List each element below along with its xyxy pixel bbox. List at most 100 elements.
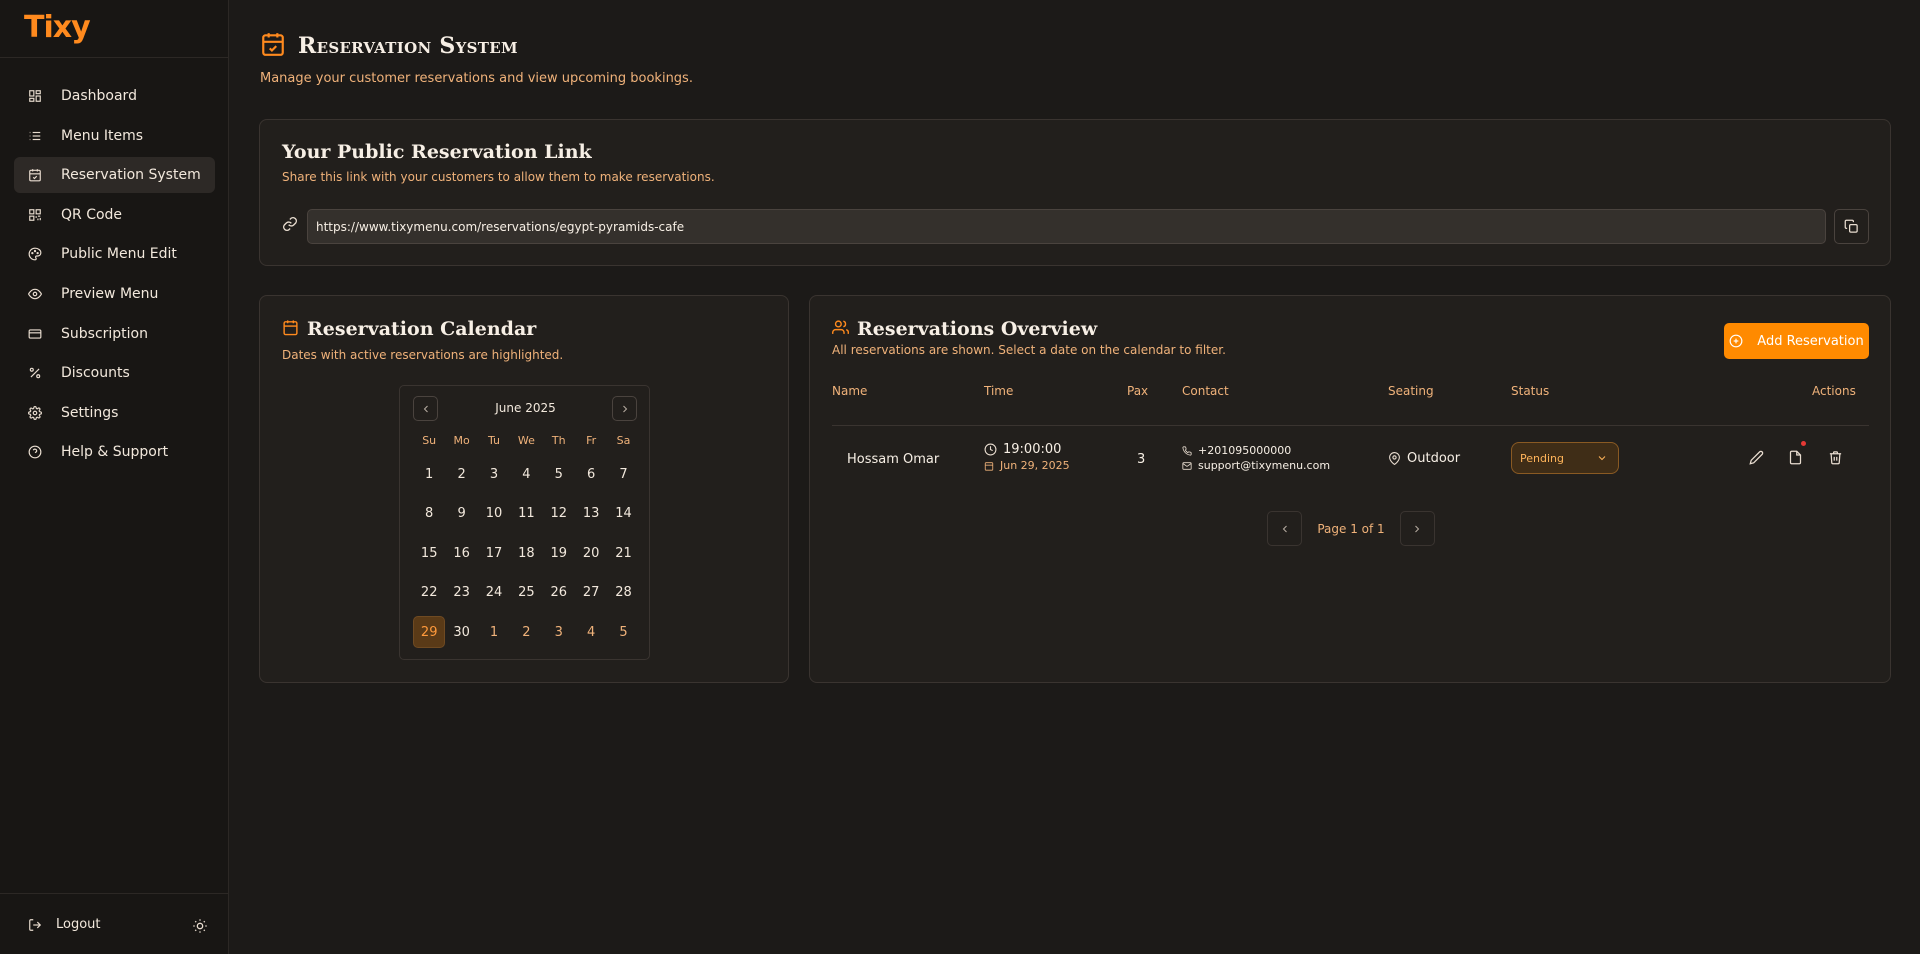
sidebar-item-qr-code[interactable]: QR Code xyxy=(14,197,215,233)
logout-button[interactable]: Logout xyxy=(28,917,101,932)
sidebar-item-label: Dashboard xyxy=(61,88,137,104)
notes-reservation-button[interactable] xyxy=(1788,441,1806,466)
public-link-card: Your Public Reservation Link Share this … xyxy=(259,119,1891,266)
chevron-right-icon xyxy=(1415,525,1420,532)
sidebar-item-reservation-system[interactable]: Reservation System xyxy=(14,157,215,194)
calendar-day[interactable]: 5 xyxy=(607,616,639,648)
reservation-email-value: support@tixymenu.com xyxy=(1198,459,1331,472)
calendar-day[interactable]: 3 xyxy=(543,616,575,648)
calendar-header: Reservation Calendar xyxy=(282,318,536,340)
sidebar-item-label: Help & Support xyxy=(61,444,169,461)
page-indicator: Page 1 of 1 xyxy=(1317,521,1385,536)
calendar-day[interactable]: 1 xyxy=(478,616,510,648)
calendar-day[interactable]: 6 xyxy=(575,458,607,490)
column-header-seating: Seating xyxy=(1388,384,1434,398)
percent-icon xyxy=(28,366,42,380)
calendar-day[interactable]: 27 xyxy=(575,577,607,609)
sidebar-item-public-menu-edit[interactable]: Public Menu Edit xyxy=(14,236,215,272)
calendar-day[interactable]: 14 xyxy=(607,498,639,530)
column-header-contact: Contact xyxy=(1182,384,1229,398)
sidebar-item-label: Reservation System xyxy=(61,167,201,184)
calendar-day[interactable]: 3 xyxy=(478,458,510,490)
calendar-day[interactable]: 11 xyxy=(510,498,542,530)
calendar-widget: June 2025 Su Mo Tu We Th Fr Sa 1 2 3 4 5 6 7 8 9 10 11 12… xyxy=(399,385,650,660)
calendar-title: Reservation Calendar xyxy=(307,318,537,340)
calendar-day[interactable]: 18 xyxy=(510,537,542,569)
calendar-day[interactable]: 2 xyxy=(510,616,542,648)
public-link-input[interactable] xyxy=(307,209,1826,244)
calendar-day[interactable]: 28 xyxy=(607,577,639,609)
calendar-check-icon xyxy=(28,168,42,182)
calendar-day[interactable]: 19 xyxy=(543,537,575,569)
status-select-wrapper: Pending xyxy=(1511,442,1619,474)
calendar-subtitle: Dates with active reservations are highl… xyxy=(282,348,564,362)
column-header-status: Status xyxy=(1511,384,1550,398)
calendar-weekday: Su xyxy=(422,434,437,447)
copy-link-button[interactable] xyxy=(1834,209,1869,244)
calendar-day[interactable]: 16 xyxy=(445,537,477,569)
calendar-days-grid: 1 2 3 4 5 6 7 8 9 10 11 12 13 14 15 16 17 18 19 20 21 22 23 24 2… xyxy=(413,458,640,656)
sidebar-item-menu-items[interactable]: Menu Items xyxy=(14,118,215,154)
prev-page-button[interactable] xyxy=(1267,511,1303,546)
calendar-day[interactable]: 26 xyxy=(543,577,575,609)
calendar-day[interactable]: 5 xyxy=(543,458,575,490)
reservation-time-cell: 19:00:00 Jun 29, 2025 xyxy=(984,442,1070,472)
trash-icon xyxy=(1829,451,1842,465)
phone-icon xyxy=(1182,445,1192,456)
palette-icon xyxy=(28,247,42,261)
add-reservation-button[interactable]: Add Reservation xyxy=(1724,323,1869,359)
calendar-weekday: Th xyxy=(551,434,566,447)
sidebar-item-label: Preview Menu xyxy=(61,285,159,302)
calendar-day[interactable]: 1 xyxy=(413,458,445,490)
calendar-day[interactable]: 7 xyxy=(607,458,639,490)
calendar-next-button[interactable] xyxy=(612,396,637,421)
reservation-calendar-card: Reservation Calendar Dates with active r… xyxy=(259,295,789,683)
calendar-day[interactable]: 24 xyxy=(478,577,510,609)
clock-icon xyxy=(984,443,997,456)
calendar-day[interactable]: 12 xyxy=(543,498,575,530)
sun-icon xyxy=(193,919,207,933)
plus-circle-icon xyxy=(1729,334,1743,348)
logo-text: Tixy xyxy=(24,10,91,45)
calendar-day[interactable]: 23 xyxy=(445,577,477,609)
chevron-down-icon xyxy=(1598,456,1606,461)
calendar-day[interactable]: 17 xyxy=(478,537,510,569)
pagination: Page 1 of 1 xyxy=(810,511,1892,546)
calendar-day[interactable]: 15 xyxy=(413,537,445,569)
sidebar-item-discounts[interactable]: Discounts xyxy=(14,355,215,391)
calendar-day[interactable]: 4 xyxy=(575,616,607,648)
status-select[interactable]: Pending xyxy=(1511,442,1619,474)
calendar-day[interactable]: 4 xyxy=(510,458,542,490)
public-link-title: Your Public Reservation Link xyxy=(282,141,592,163)
help-circle-icon xyxy=(28,445,42,459)
sidebar-item-dashboard[interactable]: Dashboard xyxy=(14,78,215,114)
calendar-day[interactable]: 9 xyxy=(445,498,477,530)
reservations-title: Reservations Overview xyxy=(857,318,1098,340)
calendar-day[interactable]: 22 xyxy=(413,577,445,609)
sidebar-item-settings[interactable]: Settings xyxy=(14,395,215,431)
calendar-day[interactable]: 21 xyxy=(607,537,639,569)
calendar-check-icon xyxy=(260,31,286,61)
sidebar-item-help-support[interactable]: Help & Support xyxy=(14,434,215,470)
edit-reservation-button[interactable] xyxy=(1749,450,1765,466)
reservation-seating-value: Outdoor xyxy=(1407,451,1461,466)
calendar-day[interactable]: 10 xyxy=(478,498,510,530)
sidebar-item-subscription[interactable]: Subscription xyxy=(14,316,215,352)
calendar-day[interactable]: 2 xyxy=(445,458,477,490)
calendar-day[interactable]: 20 xyxy=(575,537,607,569)
delete-reservation-button[interactable] xyxy=(1828,450,1844,466)
logo[interactable]: Tixy xyxy=(24,10,91,45)
calendar-day[interactable]: 25 xyxy=(510,577,542,609)
sidebar-item-label: Menu Items xyxy=(61,127,144,144)
calendar-day[interactable]: 8 xyxy=(413,498,445,530)
reservation-pax: 3 xyxy=(1137,452,1146,467)
calendar-day[interactable]: 13 xyxy=(575,498,607,530)
calendar-day-selected[interactable]: 29 xyxy=(413,616,446,648)
column-header-time: Time xyxy=(984,384,1014,398)
next-page-button[interactable] xyxy=(1399,511,1435,546)
theme-toggle-button[interactable] xyxy=(192,918,208,934)
gear-icon xyxy=(28,405,42,420)
sidebar-divider xyxy=(0,57,229,58)
sidebar-item-preview-menu[interactable]: Preview Menu xyxy=(14,276,215,312)
calendar-day[interactable]: 30 xyxy=(445,616,477,648)
